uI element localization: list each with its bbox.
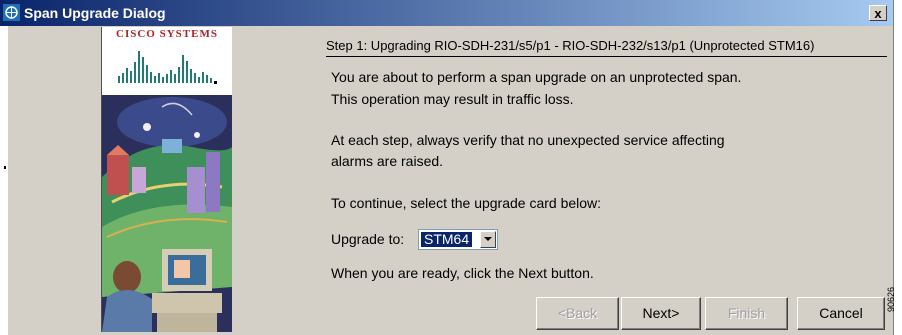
message-line: This operation may result in traffic los…	[331, 91, 574, 107]
header-divider	[326, 56, 887, 57]
span-upgrade-dialog: Span Upgrade Dialog x CISCO SYSTEMS Step…	[0, 0, 894, 335]
message-line: alarms are raised.	[331, 153, 444, 169]
upgrade-card-value: STM64	[421, 232, 473, 247]
message-line: To continue, select the upgrade card bel…	[331, 195, 602, 211]
edge-mark	[4, 166, 6, 169]
window-title: Span Upgrade Dialog	[24, 5, 166, 21]
message-line: At each step, always verify that no unex…	[331, 132, 725, 148]
cancel-button[interactable]: Cancel	[797, 297, 885, 330]
figure-code: 90626	[886, 286, 896, 312]
finish-button[interactable]: Finish	[705, 297, 788, 330]
logo-bars-icon	[118, 51, 217, 84]
close-button[interactable]: x	[869, 5, 887, 21]
next-button[interactable]: Next>	[621, 297, 701, 330]
cisco-logo: CISCO SYSTEMS	[102, 27, 232, 95]
step-header: Step 1: Upgrading RIO-SDH-231/s5/p1 - RI…	[326, 38, 815, 53]
title-bar[interactable]: Span Upgrade Dialog x	[0, 0, 893, 26]
chevron-down-icon[interactable]	[480, 231, 496, 248]
message-line: When you are ready, click the Next butto…	[331, 265, 594, 281]
close-icon: x	[874, 6, 882, 21]
left-edge	[0, 26, 8, 335]
back-button[interactable]: <Back	[536, 297, 619, 330]
upgrade-to-label: Upgrade to:	[331, 231, 405, 247]
cisco-app-icon	[3, 4, 20, 21]
upgrade-card-select[interactable]: STM64	[418, 229, 498, 250]
wizard-illustration: CISCO SYSTEMS	[101, 27, 232, 332]
message-line: You are about to perform a span upgrade …	[331, 69, 742, 85]
